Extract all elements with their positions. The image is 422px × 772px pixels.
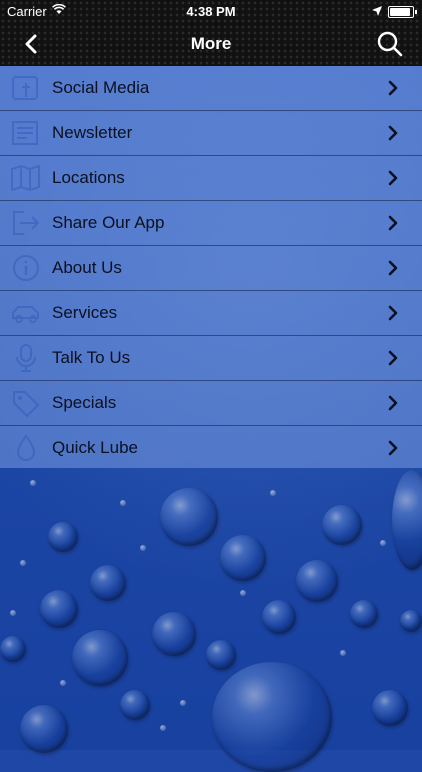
menu-item-specials[interactable]: Specials bbox=[0, 381, 422, 426]
info-icon bbox=[10, 253, 42, 283]
menu-item-label: Talk To Us bbox=[52, 348, 131, 367]
water-droplet bbox=[30, 480, 36, 486]
social-icon bbox=[10, 73, 42, 103]
water-drop bbox=[206, 640, 236, 670]
menu-item-label: Specials bbox=[52, 393, 117, 412]
more-menu: Social Media Newsletter Locations Share … bbox=[0, 66, 422, 468]
water-drop bbox=[40, 590, 78, 628]
tag-icon bbox=[10, 388, 42, 418]
chevron-right-icon bbox=[388, 395, 398, 411]
water-drop bbox=[322, 505, 362, 545]
top-bar: Carrier 4:38 PM More bbox=[0, 0, 422, 66]
menu-item-quick-lube[interactable]: Quick Lube bbox=[0, 426, 422, 470]
menu-item-label: Quick Lube bbox=[52, 438, 138, 457]
water-droplet bbox=[340, 650, 346, 656]
water-droplet bbox=[120, 500, 126, 506]
chevron-right-icon bbox=[388, 80, 398, 96]
menu-item-label: Newsletter bbox=[52, 123, 133, 142]
menu-item-about-us[interactable]: About Us bbox=[0, 246, 422, 291]
nav-bar: More bbox=[0, 22, 422, 66]
menu-item-services[interactable]: Services bbox=[0, 291, 422, 336]
water-drop bbox=[48, 522, 78, 552]
menu-item-share-our-app[interactable]: Share Our App bbox=[0, 201, 422, 246]
water-drop bbox=[72, 630, 128, 686]
water-drop bbox=[296, 560, 338, 602]
water-drop bbox=[0, 636, 26, 662]
water-drop bbox=[372, 690, 408, 726]
car-icon bbox=[10, 298, 42, 328]
water-drop bbox=[160, 488, 218, 546]
page-title: More bbox=[190, 34, 232, 53]
water-drop bbox=[152, 612, 196, 656]
menu-item-label: Social Media bbox=[52, 78, 150, 97]
chevron-right-icon bbox=[388, 125, 398, 141]
oil-icon bbox=[10, 433, 42, 463]
menu-item-social-media[interactable]: Social Media bbox=[0, 66, 422, 111]
water-droplet bbox=[270, 490, 276, 496]
water-drop bbox=[120, 690, 150, 720]
water-drop bbox=[400, 610, 422, 632]
menu-item-label: About Us bbox=[52, 258, 122, 277]
water-droplet bbox=[160, 725, 166, 731]
water-droplet bbox=[60, 680, 66, 686]
chevron-right-icon bbox=[388, 260, 398, 276]
water-drop bbox=[220, 535, 266, 581]
water-droplet bbox=[10, 610, 16, 616]
water-droplet bbox=[240, 590, 246, 596]
water-droplet bbox=[140, 545, 146, 551]
water-drop bbox=[392, 470, 422, 570]
chevron-right-icon bbox=[388, 170, 398, 186]
menu-item-newsletter[interactable]: Newsletter bbox=[0, 111, 422, 156]
map-icon bbox=[10, 163, 42, 193]
search-icon[interactable] bbox=[376, 30, 404, 58]
water-drop bbox=[90, 565, 126, 601]
water-drop bbox=[350, 600, 378, 628]
chevron-right-icon bbox=[388, 440, 398, 456]
menu-item-locations[interactable]: Locations bbox=[0, 156, 422, 201]
newsletter-icon bbox=[10, 118, 42, 148]
menu-item-label: Locations bbox=[52, 168, 125, 187]
chevron-right-icon bbox=[388, 305, 398, 321]
water-drop bbox=[20, 705, 68, 753]
water-droplet bbox=[20, 560, 26, 566]
menu-item-label: Share Our App bbox=[52, 213, 165, 232]
water-drop bbox=[262, 600, 296, 634]
status-bar: Carrier 4:38 PM bbox=[0, 0, 422, 22]
clock: 4:38 PM bbox=[186, 4, 236, 19]
share-icon bbox=[10, 208, 42, 238]
water-droplet bbox=[380, 540, 386, 546]
water-droplet bbox=[180, 700, 186, 706]
microphone-icon bbox=[10, 343, 42, 373]
battery-icon bbox=[388, 6, 417, 18]
menu-item-talk-to-us[interactable]: Talk To Us bbox=[0, 336, 422, 381]
chevron-right-icon bbox=[388, 350, 398, 366]
location-arrow-icon bbox=[372, 6, 382, 19]
menu-item-label: Services bbox=[52, 303, 118, 322]
water-drop bbox=[212, 662, 332, 772]
chevron-right-icon bbox=[388, 215, 398, 231]
